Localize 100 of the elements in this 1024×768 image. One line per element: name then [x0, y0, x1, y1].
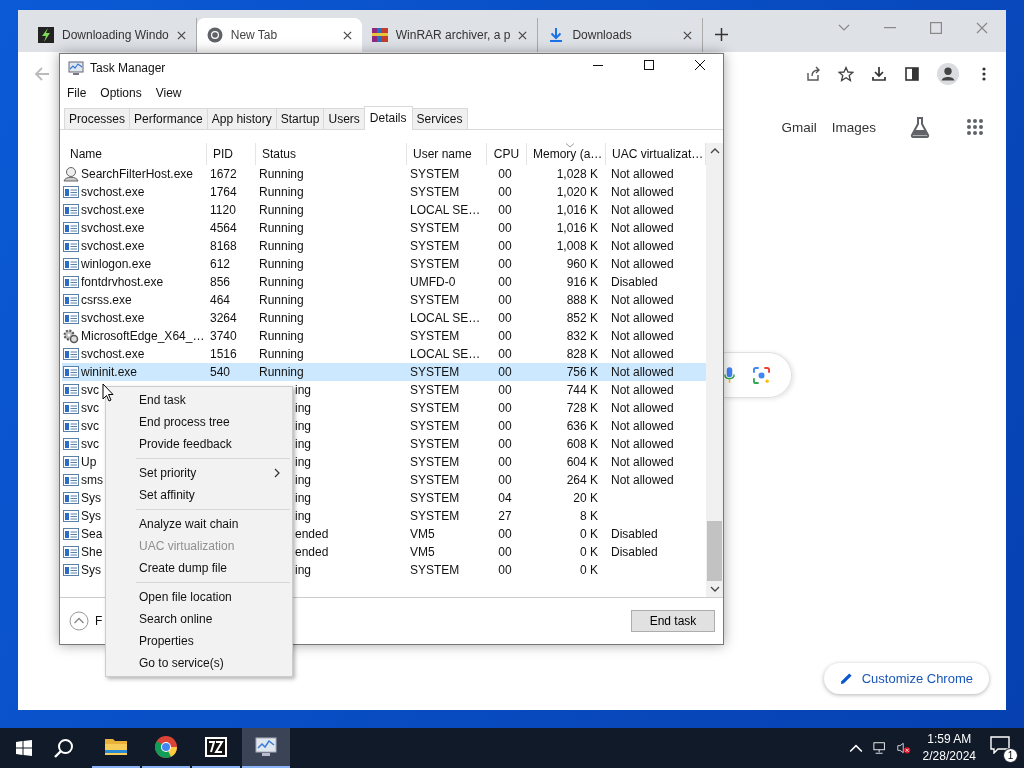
- table-cell: 00: [498, 239, 512, 253]
- close-icon[interactable]: [683, 30, 693, 40]
- table-cell: 464: [210, 293, 231, 307]
- menu-bar-item[interactable]: View: [155, 86, 182, 100]
- table-cell: 0 K: [580, 545, 598, 559]
- menu-item[interactable]: Set priority: [106, 462, 292, 484]
- close-icon[interactable]: [518, 30, 528, 40]
- column-header[interactable]: Memory (a…: [527, 143, 606, 165]
- table-cell: Not allowed: [611, 239, 674, 253]
- menu-item[interactable]: Go to service(s): [106, 652, 292, 674]
- table-cell: 00: [498, 275, 512, 289]
- star-icon[interactable]: [838, 66, 854, 82]
- application-icon: [63, 364, 79, 380]
- menu-item[interactable]: Open file location: [106, 586, 292, 608]
- table-cell: 00: [498, 437, 512, 451]
- details-toggle-label[interactable]: F: [95, 614, 103, 628]
- table-cell: SYSTEM: [410, 401, 460, 415]
- table-cell: wininit.exe: [81, 365, 138, 379]
- table-cell: 00: [498, 563, 512, 577]
- table-cell: ing: [295, 437, 311, 451]
- collapse-circle-icon[interactable]: [69, 611, 89, 631]
- menu-item[interactable]: Provide feedback: [106, 433, 292, 455]
- application-icon: [63, 400, 79, 416]
- close-icon[interactable]: [176, 30, 186, 40]
- column-header[interactable]: CPU: [487, 143, 527, 165]
- windows-start-icon[interactable]: [16, 740, 32, 756]
- new-tab-icon[interactable]: [715, 28, 729, 41]
- camera-lens-icon[interactable]: [753, 366, 770, 384]
- column-header[interactable]: Name: [64, 143, 207, 165]
- table-cell: svc: [81, 401, 99, 415]
- maximize-icon[interactable]: [644, 60, 654, 70]
- close-icon[interactable]: [342, 30, 352, 40]
- menu-bar-item[interactable]: Options: [100, 86, 142, 100]
- scroll-down-icon[interactable]: [709, 586, 720, 592]
- table-cell: 1,008 K: [556, 239, 598, 253]
- speaker-muted-icon[interactable]: [896, 741, 911, 755]
- network-icon[interactable]: [872, 741, 887, 755]
- table-cell: VM5: [410, 527, 435, 541]
- table-cell: 00: [498, 257, 512, 271]
- tab[interactable]: Processes: [64, 108, 131, 129]
- application-icon: [63, 526, 79, 542]
- tab[interactable]: Performance: [129, 108, 208, 129]
- tab[interactable]: App history: [206, 108, 277, 129]
- menu-item[interactable]: Set affinity: [106, 484, 292, 506]
- table-cell: 27: [498, 509, 512, 523]
- application-icon: [63, 346, 79, 362]
- table-cell: Running: [259, 221, 304, 235]
- apps-grid-icon[interactable]: [966, 118, 984, 136]
- table-cell: svchost.exe: [81, 185, 145, 199]
- scrollbar-thumb[interactable]: [707, 521, 722, 581]
- side-panel-icon[interactable]: [904, 66, 920, 82]
- scroll-up-icon[interactable]: [709, 148, 720, 154]
- books-icon: [371, 27, 388, 43]
- menu-item[interactable]: Analyze wait chain: [106, 513, 292, 535]
- table-cell: Running: [259, 311, 304, 325]
- browser-tab[interactable]: New Tab: [196, 18, 362, 52]
- table-cell: 00: [498, 329, 512, 343]
- table-cell: 1,016 K: [556, 221, 598, 235]
- browser-tab[interactable]: Downloads: [538, 18, 704, 52]
- column-header[interactable]: Status: [256, 143, 407, 165]
- table-cell: svc: [81, 383, 99, 397]
- share-icon[interactable]: [805, 66, 821, 82]
- table-cell: SYSTEM: [410, 563, 460, 577]
- header-link[interactable]: Images: [831, 119, 876, 135]
- browser-tab[interactable]: WinRAR archiver, a p: [361, 18, 539, 52]
- clock-time[interactable]: 1:59 AM: [927, 731, 972, 748]
- table-cell: svchost.exe: [81, 203, 145, 217]
- menu-item[interactable]: Create dump file: [106, 557, 292, 579]
- download-icon[interactable]: [871, 66, 887, 82]
- table-cell: Not allowed: [611, 455, 674, 469]
- menu-item[interactable]: Search online: [106, 608, 292, 630]
- clock-date[interactable]: 2/28/2024: [922, 748, 976, 765]
- application-icon: [63, 256, 79, 272]
- taskbar-app[interactable]: [242, 728, 290, 768]
- notification-center-button[interactable]: 1: [990, 736, 1016, 760]
- lightning-icon: [38, 27, 54, 43]
- gears-icon: [63, 328, 79, 344]
- tab[interactable]: Startup: [275, 108, 325, 129]
- customize-chrome-button[interactable]: Customize Chrome: [823, 663, 989, 694]
- flask-icon[interactable]: [909, 116, 931, 138]
- menu-item[interactable]: End process tree: [106, 411, 292, 433]
- column-header[interactable]: User name: [407, 143, 487, 165]
- table-cell: 888 K: [566, 293, 598, 307]
- message-icon: [990, 736, 1010, 754]
- close-icon[interactable]: [695, 60, 705, 70]
- header-link[interactable]: Gmail: [781, 119, 817, 135]
- tab[interactable]: Services: [411, 108, 468, 129]
- chevron-right-icon: [274, 468, 280, 478]
- tab[interactable]: Users: [323, 108, 365, 129]
- menu-item[interactable]: Properties: [106, 630, 292, 652]
- column-header[interactable]: PID: [207, 143, 256, 165]
- table-cell: LOCAL SE…: [410, 347, 481, 361]
- menu-bar-item[interactable]: File: [67, 86, 87, 100]
- selected-row[interactable]: wininit.exe 540 Running SYSTEM 00 756 K Not allowed: [62, 363, 706, 381]
- search-icon[interactable]: [54, 738, 74, 758]
- profile-avatar-icon[interactable]: [937, 63, 959, 85]
- scrollbar[interactable]: [706, 143, 723, 597]
- end-task-button[interactable]: End task: [631, 610, 715, 632]
- tab[interactable]: Details: [363, 106, 413, 130]
- browser-tab[interactable]: Downloading Windo: [28, 18, 197, 52]
